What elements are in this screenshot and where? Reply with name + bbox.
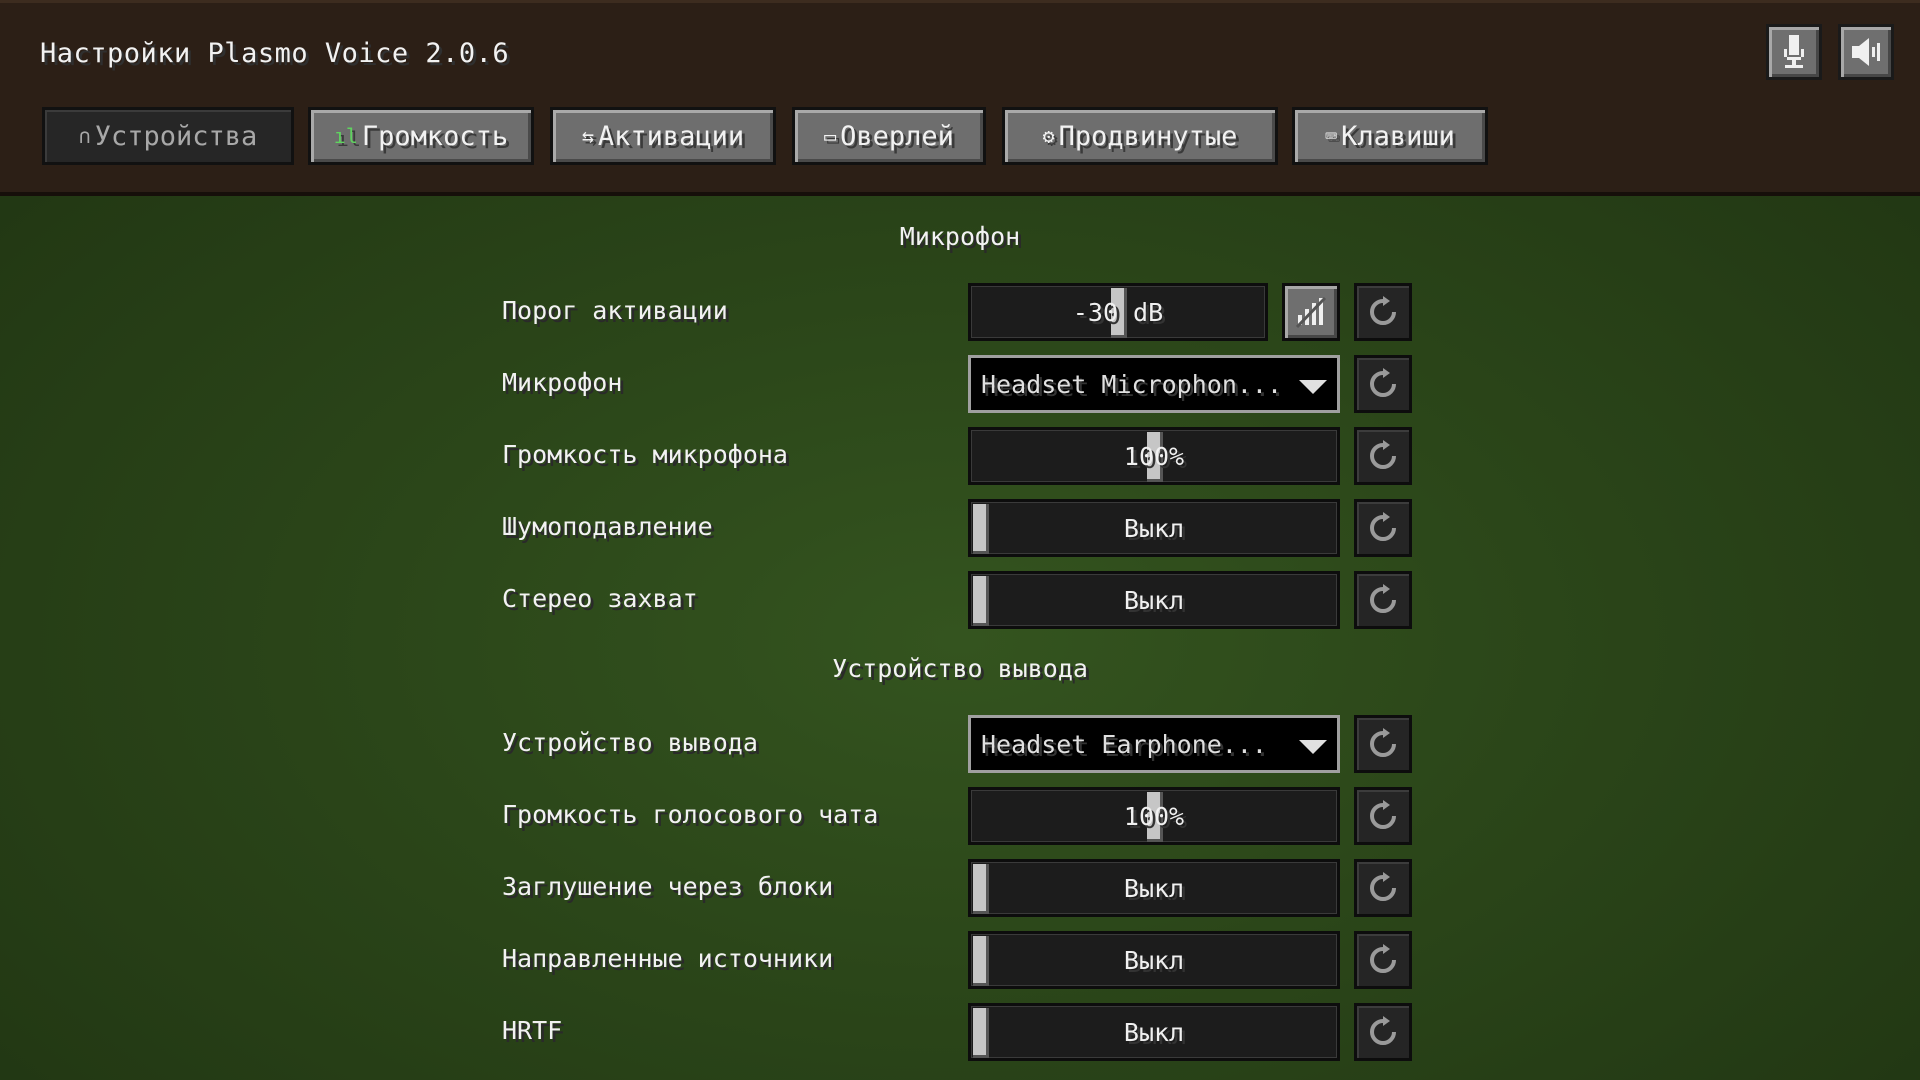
hrtf-toggle[interactable]: Выкл (968, 1003, 1340, 1061)
reset-icon (1370, 296, 1396, 325)
reset-icon (1370, 512, 1396, 541)
reset-voice-chat-volume-button[interactable] (1354, 787, 1412, 845)
keyboard-icon: ⌨ (1325, 124, 1338, 148)
reset-directional-sources-button[interactable] (1354, 931, 1412, 989)
reset-icon (1370, 584, 1396, 613)
activation-threshold-label: Порог активации (502, 296, 728, 325)
output-device-dropdown[interactable]: Headset Earphone... (968, 715, 1340, 773)
tab-advanced[interactable]: ⚙ Продвинутые (1002, 107, 1278, 165)
reset-icon (1370, 944, 1396, 973)
header-bar: Настройки Plasmo Voice 2.0.6 ∩ Устройств… (0, 0, 1920, 196)
toggle-value: Выкл (1123, 1017, 1185, 1047)
voice-chat-volume-label: Громкость голосового чата (502, 800, 879, 829)
reset-icon (1370, 368, 1396, 397)
microphone-dropdown[interactable]: Headset Microphon... (968, 355, 1340, 413)
reset-icon (1370, 728, 1396, 757)
dropdown-value: Headset Microphon... (981, 369, 1283, 399)
stereo-capture-label: Стерео захват (502, 584, 698, 613)
tab-label: Продвинутые (1058, 120, 1238, 152)
directional-sources-toggle[interactable]: Выкл (968, 931, 1340, 989)
reset-microphone-button[interactable] (1354, 355, 1412, 413)
volume-bars-icon: ıl (333, 124, 358, 148)
headphones-icon: ∩ (78, 124, 91, 148)
chevron-down-icon (1299, 380, 1327, 394)
reset-noise-suppression-button[interactable] (1354, 499, 1412, 557)
section-title-microphone: Микрофон (899, 222, 1021, 251)
reset-microphone-volume-button[interactable] (1354, 427, 1412, 485)
toggle-handle[interactable] (973, 864, 989, 914)
noise-suppression-label: Шумоподавление (502, 512, 713, 541)
toggle-handle[interactable] (973, 504, 989, 554)
monitor-icon: ▭ (824, 124, 837, 148)
microphone-icon (1784, 35, 1804, 68)
activation-threshold-slider[interactable]: -30 dB (968, 283, 1268, 341)
tab-label: Активации (597, 120, 745, 152)
noise-suppression-toggle[interactable]: Выкл (968, 499, 1340, 557)
microphone-volume-label: Громкость микрофона (502, 440, 788, 469)
dropdown-value: Headset Earphone... (981, 729, 1267, 759)
tab-label: Клавиши (1341, 120, 1455, 152)
speaker-toggle-button[interactable] (1838, 24, 1894, 80)
reset-icon (1370, 872, 1396, 901)
stereo-capture-toggle[interactable]: Выкл (968, 571, 1340, 629)
tab-devices[interactable]: ∩ Устройства (42, 107, 294, 165)
reset-activation-threshold-button[interactable] (1354, 283, 1412, 341)
toggle-handle[interactable] (973, 936, 989, 986)
occlusion-toggle[interactable]: Выкл (968, 859, 1340, 917)
microphone-volume-slider[interactable]: 100% (968, 427, 1340, 485)
toggle-value: Выкл (1123, 513, 1185, 543)
tab-label: Громкость (361, 120, 509, 152)
speaker-icon (1852, 38, 1880, 66)
tab-overlay[interactable]: ▭ Оверлей (792, 107, 986, 165)
mic-level-icon (1295, 296, 1327, 329)
gear-icon: ⚙ (1042, 124, 1055, 148)
toggle-handle[interactable] (973, 576, 989, 626)
slider-value: 100% (1123, 801, 1185, 831)
toggle-value: Выкл (1123, 873, 1185, 903)
reset-occlusion-button[interactable] (1354, 859, 1412, 917)
reset-output-device-button[interactable] (1354, 715, 1412, 773)
reset-icon (1370, 800, 1396, 829)
activation-icon: ⇆ (581, 124, 594, 148)
tab-activations[interactable]: ⇆ Активации (550, 107, 776, 165)
reset-stereo-capture-button[interactable] (1354, 571, 1412, 629)
hrtf-label: HRTF (502, 1016, 563, 1045)
microphone-toggle-button[interactable] (1766, 24, 1822, 80)
slider-value: -30 dB (1072, 297, 1164, 327)
occlusion-label: Заглушение через блоки (502, 872, 834, 901)
tab-label: Оверлей (840, 120, 954, 152)
tab-keys[interactable]: ⌨ Клавиши (1292, 107, 1488, 165)
toggle-value: Выкл (1123, 585, 1185, 615)
reset-icon (1370, 1016, 1396, 1045)
threshold-test-button[interactable] (1282, 283, 1340, 341)
output-device-label: Устройство вывода (502, 728, 758, 757)
tab-label: Устройства (94, 120, 258, 152)
section-title-output: Устройство вывода (832, 654, 1088, 683)
chevron-down-icon (1299, 740, 1327, 754)
reset-hrtf-button[interactable] (1354, 1003, 1412, 1061)
tab-volume[interactable]: ıl Громкость (308, 107, 534, 165)
reset-icon (1370, 440, 1396, 469)
slider-value: 100% (1123, 441, 1185, 471)
microphone-label: Микрофон (502, 368, 623, 397)
toggle-value: Выкл (1123, 945, 1185, 975)
voice-chat-volume-slider[interactable]: 100% (968, 787, 1340, 845)
toggle-handle[interactable] (973, 1008, 989, 1058)
window-title: Настройки Plasmo Voice 2.0.6 (40, 38, 510, 69)
directional-sources-label: Направленные источники (502, 944, 834, 973)
